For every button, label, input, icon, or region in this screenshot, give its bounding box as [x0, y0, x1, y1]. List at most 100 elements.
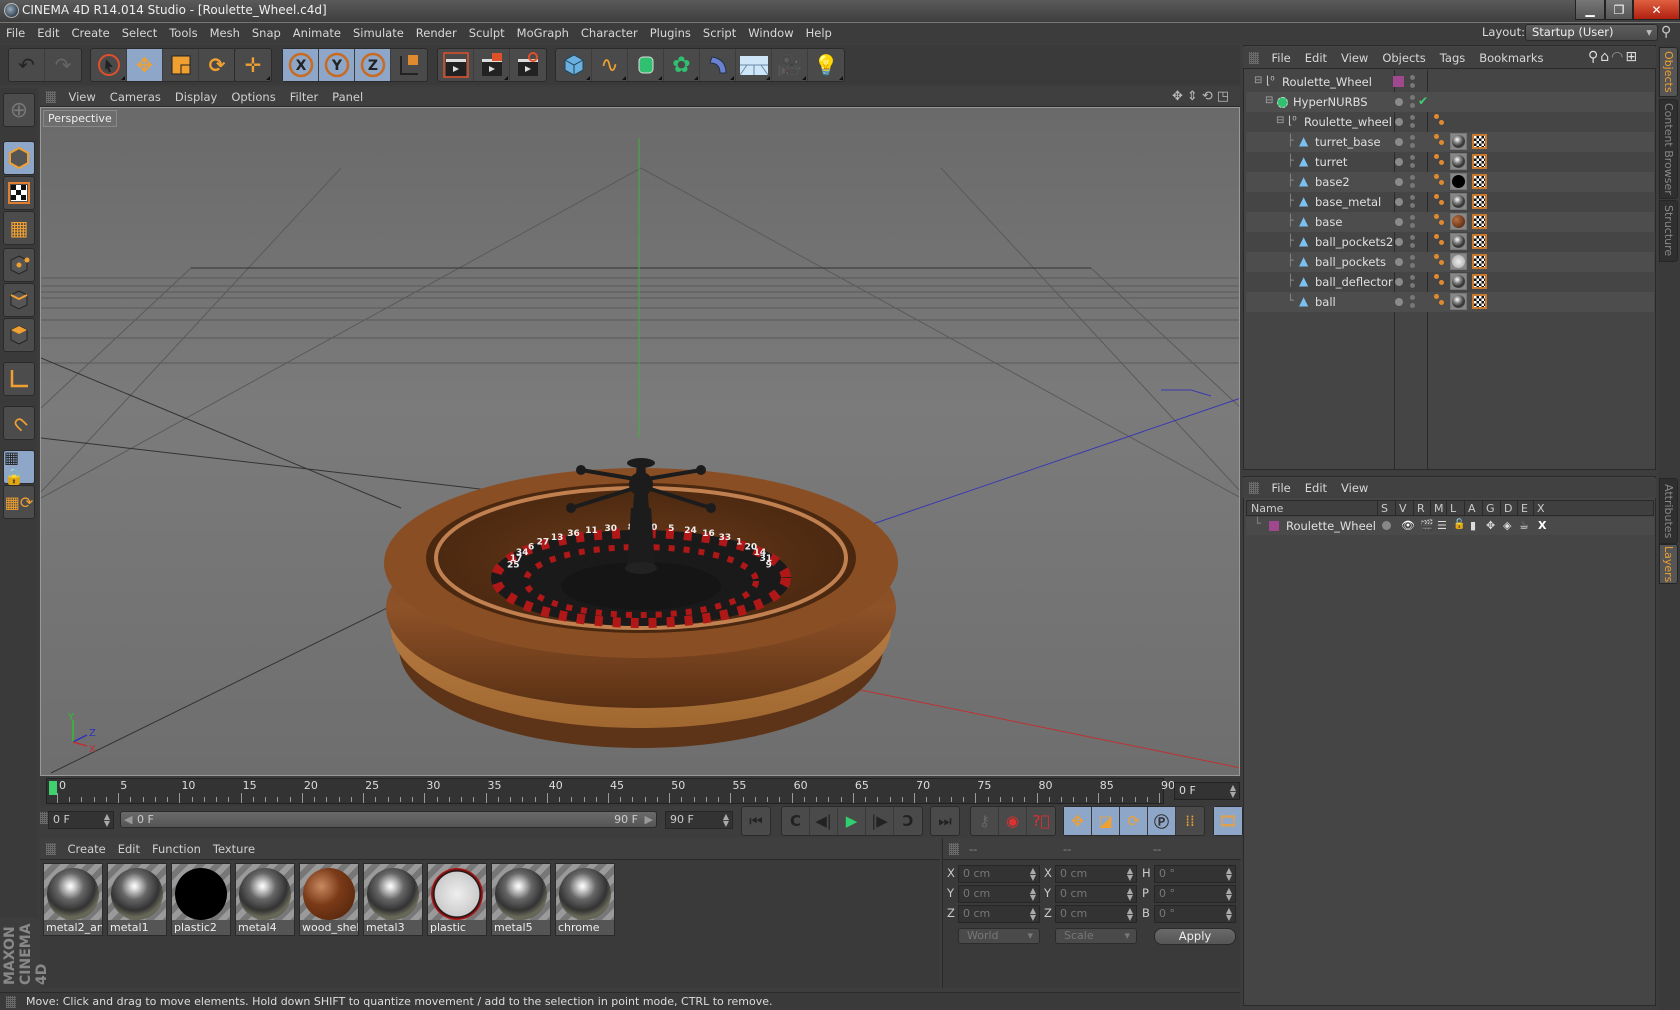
timeline-ruler[interactable]: 0 5 10 15 20 25 30 35 40 45 50 55 60 65 70 75 80 85 90 [46, 778, 1175, 804]
phong-tag-icon[interactable] [1434, 254, 1448, 268]
timeline-button[interactable]: 🎞 [1214, 807, 1242, 835]
object-name[interactable]: base_metal [1315, 195, 1381, 209]
rotation-field[interactable]: 0 ° ▲ ▼ [1154, 865, 1236, 883]
camera-button[interactable]: 🎥 [772, 49, 808, 81]
object-name[interactable]: ball [1315, 295, 1336, 309]
layer-name[interactable]: Roulette_Wheel [1286, 519, 1376, 533]
range-right-arrow-icon[interactable]: ▶ [645, 812, 653, 827]
layer-lock-icon[interactable]: 🔓 [1453, 519, 1465, 530]
current-frame-field[interactable]: 0 F ▲ ▼ [1174, 782, 1240, 800]
panel-grip[interactable] [1249, 482, 1259, 494]
editor-visibility-dot[interactable] [1410, 295, 1415, 300]
render-visibility-dot[interactable] [1410, 83, 1415, 88]
phong-tag-icon[interactable] [1434, 234, 1448, 248]
menu-window[interactable]: Window [742, 23, 799, 44]
om-menu-file[interactable]: File [1265, 47, 1298, 69]
undo-button[interactable]: ↶ [9, 49, 45, 81]
floor-button[interactable] [736, 49, 772, 81]
workplane-mode-button[interactable]: ▦ [3, 211, 35, 245]
material-swatch[interactable]: plastic [427, 863, 487, 936]
cube-primitive-button[interactable] [556, 49, 592, 81]
editor-visibility-dot[interactable] [1410, 275, 1415, 280]
step-forward-button[interactable]: |▶ [866, 807, 894, 835]
polygons-mode-button[interactable] [3, 318, 35, 352]
menu-help[interactable]: Help [800, 23, 838, 44]
material-tag-icon[interactable] [1450, 133, 1467, 150]
object-name[interactable]: Roulette_Wheel [1282, 75, 1372, 89]
menu-snap[interactable]: Snap [246, 23, 287, 44]
layer-xref-icon[interactable]: X [1538, 519, 1546, 532]
keyframe-selection-button[interactable]: ?⃝ [1027, 807, 1055, 835]
lm-menu-view[interactable]: View [1334, 478, 1375, 498]
restore-button[interactable]: ❐ [1605, 0, 1633, 20]
layer-column-header[interactable]: G [1486, 502, 1495, 515]
editor-visibility-dot[interactable] [1410, 95, 1415, 100]
planar-workplane-button[interactable]: ▦⟳ [3, 485, 35, 519]
viewport-menu-view[interactable]: View [62, 87, 103, 107]
tree-collapse-icon[interactable]: ⊟ [1265, 95, 1273, 106]
editor-visibility-dot[interactable] [1410, 175, 1415, 180]
menu-sculpt[interactable]: Sculpt [463, 23, 511, 44]
spline-button[interactable]: ∿ [592, 49, 628, 81]
menu-mesh[interactable]: Mesh [204, 23, 246, 44]
layer-column-header[interactable]: D [1504, 502, 1512, 515]
menu-plugins[interactable]: Plugins [644, 23, 697, 44]
visibility-dot[interactable] [1395, 198, 1403, 206]
editor-visibility-dot[interactable] [1410, 155, 1415, 160]
material-swatch[interactable]: plastic2 [171, 863, 231, 936]
editor-visibility-dot[interactable] [1410, 215, 1415, 220]
start-frame-field[interactable]: 0 F ▲ ▼ [48, 811, 114, 829]
object-name[interactable]: turret_base [1315, 135, 1381, 149]
light-button[interactable]: 💡 [808, 49, 844, 81]
playhead[interactable] [49, 781, 57, 795]
visibility-dot[interactable] [1395, 258, 1403, 266]
new-view-icon[interactable]: ⊞ [1625, 49, 1639, 65]
material-menu-texture[interactable]: Texture [207, 838, 261, 860]
render-visibility-dot[interactable] [1410, 103, 1415, 108]
menu-create[interactable]: Create [66, 23, 116, 44]
lock-workplane-button[interactable]: ▦🔒 [3, 448, 35, 486]
om-menu-objects[interactable]: Objects [1375, 47, 1432, 69]
uvw-tag-icon[interactable] [1472, 194, 1487, 209]
uvw-tag-icon[interactable] [1472, 154, 1487, 169]
nurbs-button[interactable] [628, 49, 664, 81]
render-visibility-dot[interactable] [1410, 143, 1415, 148]
panel-grip[interactable] [6, 996, 16, 1008]
size-field[interactable]: 0 cm ▲ ▼ [1055, 885, 1137, 903]
visibility-dot[interactable] [1395, 218, 1403, 226]
minimize-button[interactable]: ▁ [1575, 0, 1605, 20]
object-name[interactable]: HyperNURBS [1293, 95, 1368, 109]
record-pla-button[interactable]: ⁞⁞ [1176, 807, 1204, 835]
rotation-field[interactable]: 0 ° ▲ ▼ [1154, 905, 1236, 923]
viewport-menu-options[interactable]: Options [224, 87, 282, 107]
model-mode-button[interactable] [3, 141, 35, 175]
material-tag-icon[interactable] [1450, 273, 1467, 290]
autokey-button[interactable]: ⚷ [971, 807, 999, 835]
layout-select[interactable]: Startup (User) [1525, 24, 1658, 41]
layer-row[interactable]: └ Roulette_Wheel 👁 🎬 ☰ 🔓 ▮ ✥ ◈ ☕ X [1246, 517, 1654, 535]
recent-tool-button[interactable]: ✛ [235, 49, 271, 81]
menu-render[interactable]: Render [410, 23, 463, 44]
layer-column-header[interactable]: S [1381, 502, 1388, 515]
material-swatch[interactable]: metal1 [107, 863, 167, 936]
phong-tag-icon[interactable] [1434, 194, 1448, 208]
material-menu-function[interactable]: Function [146, 838, 207, 860]
visibility-dot[interactable] [1395, 178, 1403, 186]
render-visibility-dot[interactable] [1410, 303, 1415, 308]
material-menu-edit[interactable]: Edit [112, 838, 146, 860]
layer-column-header[interactable]: X [1537, 502, 1545, 515]
uvw-tag-icon[interactable] [1472, 294, 1487, 309]
command-search-icon[interactable]: ⚲ [1661, 24, 1671, 40]
material-swatch[interactable]: metal5 [491, 863, 551, 936]
phong-tag-icon[interactable] [1434, 294, 1448, 308]
position-field[interactable]: 0 cm ▲ ▼ [958, 865, 1040, 883]
layer-animation-icon[interactable]: ▮ [1470, 519, 1476, 532]
object-name[interactable]: ball_deflector [1315, 275, 1393, 289]
phong-tag-icon[interactable] [1434, 114, 1448, 128]
render-view-button[interactable] [438, 49, 474, 81]
tab-structure[interactable]: Structure [1659, 200, 1678, 262]
layer-deformers-icon[interactable]: ◈ [1503, 519, 1511, 532]
layer-column-header[interactable]: M [1434, 502, 1444, 515]
material-tag-icon[interactable] [1450, 173, 1467, 190]
enabled-check-icon[interactable]: ✔ [1418, 94, 1428, 108]
